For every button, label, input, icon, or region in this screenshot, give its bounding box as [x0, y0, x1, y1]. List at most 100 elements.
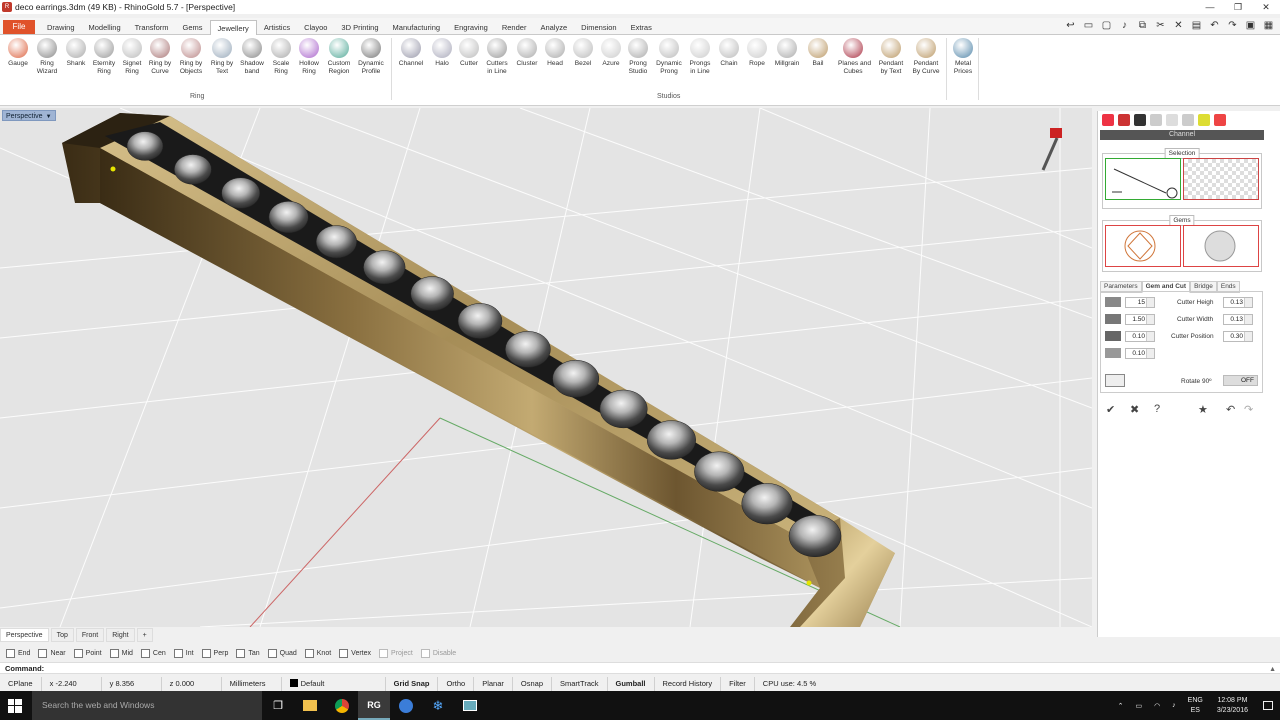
ribbon-tab-render[interactable]: Render [495, 20, 534, 35]
diamond-gem[interactable] [788, 514, 842, 558]
redo-icon[interactable]: ↷ [1244, 403, 1253, 416]
cutter-position-input[interactable]: 0.30 [1223, 331, 1253, 342]
checkbox[interactable] [339, 648, 349, 658]
perspective-viewport[interactable]: Perspective ▼ [0, 108, 1092, 627]
open-folder-icon[interactable]: ▢ [1101, 20, 1112, 31]
color-wheel-icon[interactable] [1102, 114, 1114, 126]
restore-button[interactable]: ❐ [1224, 0, 1252, 14]
delete-icon[interactable]: ✕ [1173, 20, 1184, 31]
ribbon-tab-jewellery[interactable]: Jewellery [209, 20, 257, 36]
planar-toggle[interactable]: Planar [474, 677, 513, 691]
diamond-gem[interactable] [505, 331, 551, 368]
prongs-in-line-button[interactable]: Prongs in Line [685, 38, 715, 84]
curve-selection-thumb[interactable] [1105, 158, 1181, 200]
ribbon-tab-engraving[interactable]: Engraving [447, 20, 495, 35]
osnap-project[interactable]: Project [379, 648, 413, 658]
gem-cut-thumb[interactable] [1105, 225, 1181, 267]
units-indicator[interactable]: Millimeters [222, 677, 282, 691]
ribbon-tab-drawing[interactable]: Drawing [40, 20, 82, 35]
metal-prices-button[interactable]: Metal Prices [948, 38, 978, 84]
ring-by-curve-button[interactable]: Ring by Curve [145, 38, 175, 84]
eternity-ring-button[interactable]: Eternity Ring [89, 38, 119, 84]
cutter-button[interactable]: Cutter [454, 38, 484, 84]
gauge-button[interactable]: Gauge [3, 38, 33, 84]
diamond-gem[interactable] [552, 359, 600, 398]
copy-icon[interactable]: ⧉ [1137, 20, 1148, 31]
checkbox[interactable] [140, 648, 150, 658]
shadow-band-button[interactable]: Shadow band [237, 38, 267, 84]
pencil-icon[interactable] [1105, 374, 1125, 387]
rotate-toggle[interactable]: OFF [1223, 375, 1258, 386]
diamond-gem[interactable] [741, 483, 793, 525]
save-icon[interactable]: ▣ [1245, 20, 1256, 31]
osnap-cen[interactable]: Cen [140, 648, 166, 658]
ribbon-tab-artistics[interactable]: Artistics [257, 20, 297, 35]
diamond-gem[interactable] [599, 389, 648, 429]
viewport-canvas[interactable] [0, 108, 1092, 627]
azure-button[interactable]: Azure [596, 38, 626, 84]
tray-chevron-icon[interactable]: ⌃ [1118, 702, 1124, 710]
network-icon[interactable]: ▭ [1135, 702, 1142, 710]
diamond-gem[interactable] [174, 154, 212, 185]
cplane-indicator[interactable]: CPlane [0, 677, 42, 691]
properties-icon[interactable] [1182, 114, 1194, 126]
dynamic-profile-button[interactable]: Dynamic Profile [356, 38, 386, 84]
checkbox[interactable] [236, 648, 246, 658]
ribbon-tab-analyze[interactable]: Analyze [533, 20, 574, 35]
osnap-end[interactable]: End [6, 648, 30, 658]
layout-icon[interactable] [1166, 114, 1178, 126]
ribbon-tab-extras[interactable]: Extras [624, 20, 659, 35]
file-explorer-icon[interactable] [294, 691, 326, 720]
head-button[interactable]: Head [540, 38, 570, 84]
ribbon-tab-modelling[interactable]: Modelling [82, 20, 128, 35]
ring-by-text-button[interactable]: Ring by Text [207, 38, 237, 84]
cutter-height-input[interactable]: 0.13 [1223, 297, 1253, 308]
ring-by-objects-button[interactable]: Ring by Objects [176, 38, 206, 84]
cut-icon[interactable]: ✂ [1155, 20, 1166, 31]
osnap-toggle[interactable]: Osnap [513, 677, 553, 691]
add-viewport-tab-button[interactable]: + [136, 628, 153, 642]
viewport-tab-top[interactable]: Top [50, 628, 74, 642]
osnap-point[interactable]: Point [73, 648, 102, 658]
cluster-button[interactable]: Cluster [512, 38, 542, 84]
undo-icon[interactable]: ↶ [1226, 403, 1235, 416]
gem-count-input[interactable]: 15 [1125, 297, 1155, 308]
render-icon[interactable] [1198, 114, 1210, 126]
gem-render-thumb[interactable] [1183, 225, 1259, 267]
browser-icon[interactable] [390, 691, 422, 720]
volume-icon[interactable]: ♪ [1172, 702, 1176, 709]
channel-button[interactable]: Channel [396, 38, 426, 84]
halo-button[interactable]: Halo [427, 38, 457, 84]
osnap-vertex[interactable]: Vertex [339, 648, 371, 658]
undo-more-icon[interactable]: ↷ [1227, 20, 1238, 31]
pendant-by-curve-button[interactable]: Pendant By Curve [911, 38, 941, 84]
osnap-int[interactable]: Int [173, 648, 194, 658]
signet-ring-button[interactable]: Signet Ring [117, 38, 147, 84]
osnap-mid[interactable]: Mid [109, 648, 133, 658]
pendant-by-text-button[interactable]: Pendant by Text [876, 38, 906, 84]
osnap-perp[interactable]: Perp [201, 648, 228, 658]
gumball-toggle[interactable]: Gumball [608, 677, 655, 691]
checkbox[interactable] [38, 648, 48, 658]
checkbox[interactable] [73, 648, 83, 658]
accept-icon[interactable]: ✔ [1106, 403, 1115, 416]
chain-button[interactable]: Chain [714, 38, 744, 84]
cutter-width-input[interactable]: 0.13 [1223, 314, 1253, 325]
dropdown-arrow-icon[interactable]: ▼ [46, 112, 52, 123]
diamond-gem[interactable] [315, 225, 357, 259]
clock[interactable]: 12:08 PM 3/23/2016 [1217, 696, 1248, 716]
viewport-tab-right[interactable]: Right [106, 628, 135, 642]
smarttrack-toggle[interactable]: SmartTrack [552, 677, 608, 691]
diamond-gem[interactable] [646, 420, 696, 460]
diamond-gem[interactable] [268, 201, 309, 234]
gem-depth-input[interactable]: 0.10 [1125, 331, 1155, 342]
minimize-button[interactable]: — [1196, 0, 1224, 14]
app-icon[interactable]: ❄ [422, 691, 454, 720]
dynamic-prong-button[interactable]: Dynamic Prong [654, 38, 684, 84]
start-button[interactable] [0, 691, 30, 720]
command-history-icon[interactable]: ▲ [1269, 664, 1276, 676]
ribbon-tab-3d-printing[interactable]: 3D Printing [334, 20, 385, 35]
task-view-icon[interactable]: ❐ [262, 691, 294, 720]
taskbar-search[interactable]: Search the web and Windows [32, 691, 262, 720]
microphone-icon[interactable]: ♪ [1119, 20, 1130, 31]
